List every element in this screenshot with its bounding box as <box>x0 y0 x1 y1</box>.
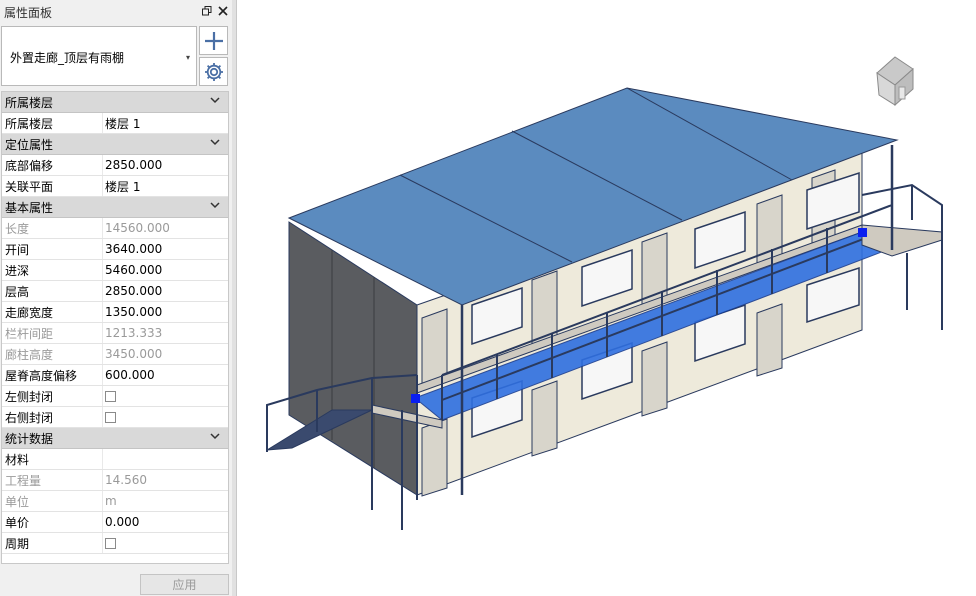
property-label: 工程量 <box>2 470 103 490</box>
gear-icon <box>204 62 223 81</box>
property-value[interactable]: 2850.000 <box>103 284 228 298</box>
chevron-up-icon <box>210 201 220 212</box>
section-header-stats[interactable]: 统计数据 <box>2 428 228 449</box>
property-value[interactable]: 2850.000 <box>103 158 228 172</box>
property-label: 层高 <box>2 281 103 301</box>
property-label: 所属楼层 <box>2 113 103 133</box>
property-value: 14560.000 <box>105 221 170 235</box>
property-row: 右侧封闭 <box>2 407 228 428</box>
property-label: 廊柱高度 <box>2 344 103 364</box>
section-header-basic[interactable]: 基本属性 <box>2 197 228 218</box>
property-value-cell <box>103 536 228 550</box>
type-selector-row: 外置走廊_顶层有雨棚 ▾ <box>0 26 230 88</box>
property-label: 右侧封闭 <box>2 407 103 427</box>
type-settings-button[interactable] <box>199 57 228 86</box>
property-row: 层高 2850.000 <box>2 281 228 302</box>
property-row: 走廊宽度 1350.000 <box>2 302 228 323</box>
property-value: 14.560 <box>105 473 147 487</box>
property-row: 单价 0.000 <box>2 512 228 533</box>
property-row: 周期 <box>2 533 228 554</box>
building-3d-model[interactable] <box>237 0 976 596</box>
property-row: 廊柱高度 3450.000 <box>2 344 228 365</box>
property-value[interactable]: 600.000 <box>103 368 228 382</box>
property-label: 单价 <box>2 512 103 532</box>
restore-icon[interactable] <box>200 5 214 19</box>
property-value: 1213.333 <box>105 326 163 340</box>
property-value: m <box>105 494 117 508</box>
property-row: 进深 5460.000 <box>2 260 228 281</box>
property-row: 开间 3640.000 <box>2 239 228 260</box>
property-label: 左侧封闭 <box>2 386 103 406</box>
chevron-up-icon <box>210 96 220 107</box>
property-row: 左侧封闭 <box>2 386 228 407</box>
property-row: 材料 <box>2 449 228 470</box>
property-label: 栏杆间距 <box>2 323 103 343</box>
section-title: 定位属性 <box>5 137 54 152</box>
property-value[interactable]: 0.000 <box>103 515 228 529</box>
property-label: 走廊宽度 <box>2 302 103 322</box>
chevron-up-icon <box>210 432 220 443</box>
property-label: 周期 <box>2 533 103 553</box>
property-row: 工程量 14.560 <box>2 470 228 491</box>
property-row: 底部偏移 2850.000 <box>2 155 228 176</box>
properties-panel: 属性面板 外置走廊_顶层有雨棚 ▾ 所属楼层 所属楼层 楼层 1 定位属性 底部… <box>0 0 232 596</box>
plus-icon <box>204 31 223 50</box>
right-landing-railing <box>861 183 943 330</box>
selection-grip[interactable] <box>411 394 420 403</box>
add-type-button[interactable] <box>199 26 228 55</box>
chevron-up-icon <box>210 138 220 149</box>
property-row: 所属楼层 楼层 1 <box>2 113 228 134</box>
property-value: 3450.000 <box>105 347 163 361</box>
property-row: 屋脊高度偏移 600.000 <box>2 365 228 386</box>
property-value[interactable]: 3640.000 <box>103 242 228 256</box>
property-label: 关联平面 <box>2 176 103 196</box>
right-closed-checkbox[interactable] <box>105 412 116 423</box>
property-row: 单位 m <box>2 491 228 512</box>
type-selector-value: 外置走廊_顶层有雨棚 <box>10 51 125 65</box>
section-title: 基本属性 <box>5 200 54 215</box>
property-value-cell <box>103 389 228 403</box>
left-closed-checkbox[interactable] <box>105 391 116 402</box>
apply-button[interactable]: 应用 <box>140 574 229 595</box>
section-title: 所属楼层 <box>5 95 54 110</box>
property-row: 关联平面 楼层 1 <box>2 176 228 197</box>
panel-titlebar: 属性面板 <box>0 0 232 24</box>
property-label: 屋脊高度偏移 <box>2 365 103 385</box>
property-label: 单位 <box>2 491 103 511</box>
view-cube-house-icon[interactable] <box>876 56 914 107</box>
property-label: 进深 <box>2 260 103 280</box>
chevron-down-icon: ▾ <box>185 53 190 62</box>
close-icon[interactable] <box>216 5 230 19</box>
property-value[interactable]: 楼层 1 <box>103 115 228 132</box>
property-value[interactable]: 1350.000 <box>103 305 228 319</box>
section-title: 统计数据 <box>5 431 54 446</box>
property-grid: 所属楼层 所属楼层 楼层 1 定位属性 底部偏移 2850.000 关联平面 楼… <box>1 91 229 564</box>
property-row: 栏杆间距 1213.333 <box>2 323 228 344</box>
selection-grip[interactable] <box>858 228 867 237</box>
panel-title: 属性面板 <box>4 5 53 20</box>
section-header-position[interactable]: 定位属性 <box>2 134 228 155</box>
property-value-cell <box>103 410 228 424</box>
property-label: 长度 <box>2 218 103 238</box>
section-header-floor[interactable]: 所属楼层 <box>2 92 228 113</box>
property-label: 底部偏移 <box>2 155 103 175</box>
property-value[interactable]: 楼层 1 <box>103 178 228 195</box>
property-row: 长度 14560.000 <box>2 218 228 239</box>
period-checkbox[interactable] <box>105 538 116 549</box>
property-label: 开间 <box>2 239 103 259</box>
type-selector-dropdown[interactable]: 外置走廊_顶层有雨棚 ▾ <box>1 26 197 86</box>
property-value[interactable]: 5460.000 <box>103 263 228 277</box>
3d-viewport[interactable] <box>236 0 976 596</box>
property-label: 材料 <box>2 449 103 469</box>
